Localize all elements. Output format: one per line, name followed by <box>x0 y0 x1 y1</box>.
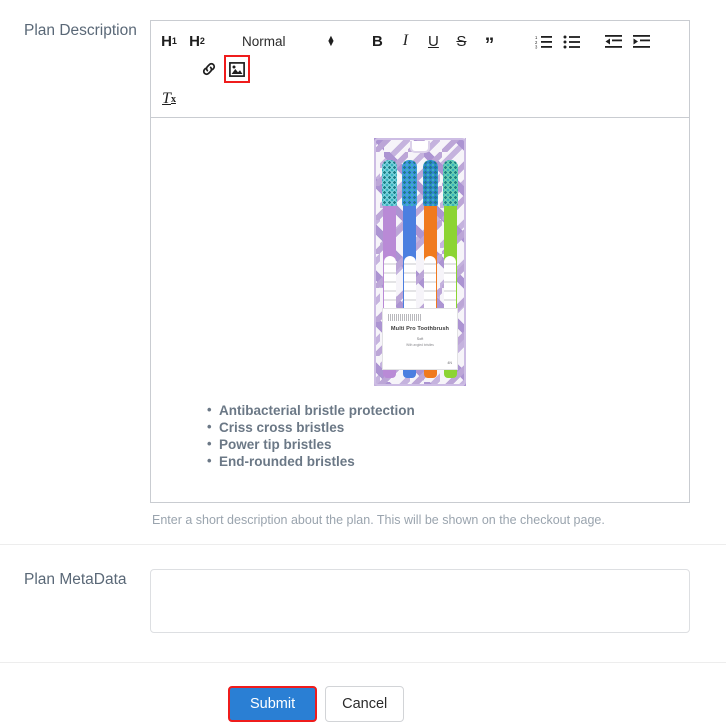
form-actions: Submit Cancel <box>0 663 726 722</box>
clear-formatting-button[interactable]: Tx <box>156 85 182 113</box>
blockquote-button[interactable]: ” <box>476 27 502 55</box>
feature-bullet-list: Antibacterial bristle protection Criss c… <box>165 401 675 470</box>
heading-1-button[interactable]: H1 <box>156 27 182 55</box>
outdent-icon <box>604 34 622 48</box>
indent-button[interactable] <box>628 27 654 55</box>
ordered-list-icon: 1 2 3 <box>535 35 552 49</box>
plan-description-help-text: Enter a short description about the plan… <box>152 513 605 527</box>
package-border <box>374 138 466 386</box>
heading-2-sub: 2 <box>199 36 205 46</box>
submit-button[interactable]: Submit <box>228 686 318 722</box>
rich-text-editor[interactable]: H1 H2 Normal ▲ ▼ B I U S ” 1 2 3 T x Mul… <box>150 20 690 503</box>
bold-button[interactable]: B <box>364 27 390 55</box>
chevron-updown-icon: ▲ ▼ <box>326 33 336 48</box>
editor-inserted-image[interactable]: Multi Pro Toothbrush Soft With angled br… <box>165 130 675 386</box>
editor-toolbar: H1 H2 Normal ▲ ▼ B I U S ” 1 2 3 T x <box>151 21 689 118</box>
list-item: Power tip bristles <box>207 435 675 453</box>
bullet-list-icon <box>563 35 580 48</box>
link-icon <box>202 62 216 76</box>
plan-metadata-control <box>150 569 692 638</box>
image-button[interactable] <box>224 55 250 83</box>
heading-2-label: H <box>189 32 200 50</box>
format-picker-value: Normal <box>242 33 286 49</box>
heading-1-sub: 1 <box>171 36 177 46</box>
plan-metadata-input[interactable] <box>150 569 690 633</box>
underline-button[interactable]: U <box>420 27 446 55</box>
product-package-image: Multi Pro Toothbrush Soft With angled br… <box>374 138 466 386</box>
link-button[interactable] <box>196 55 222 83</box>
svg-text:3: 3 <box>535 44 538 48</box>
heading-2-button[interactable]: H2 <box>184 27 210 55</box>
format-picker[interactable]: Normal ▲ ▼ <box>239 34 335 49</box>
indent-icon <box>632 34 650 48</box>
list-item: Antibacterial bristle protection <box>207 401 675 419</box>
plan-description-control: H1 H2 Normal ▲ ▼ B I U S ” 1 2 3 T x Mul… <box>150 20 692 528</box>
image-icon <box>229 61 245 77</box>
cancel-button[interactable]: Cancel <box>325 686 405 722</box>
bullet-list-button[interactable] <box>558 27 584 55</box>
editor-content-area[interactable]: Multi Pro Toothbrush Soft With angled br… <box>151 118 689 502</box>
outdent-button[interactable] <box>600 27 626 55</box>
strikethrough-button[interactable]: S <box>448 27 474 55</box>
plan-metadata-label: Plan MetaData <box>24 571 127 588</box>
ordered-list-button[interactable]: 1 2 3 <box>530 27 556 55</box>
clear-formatting-label: T <box>162 90 171 107</box>
italic-button[interactable]: I <box>392 27 418 55</box>
list-item: End-rounded bristles <box>207 452 675 470</box>
list-item: Criss cross bristles <box>207 418 675 436</box>
clear-formatting-sub: x <box>170 93 176 105</box>
plan-description-row: Plan Description H1 H2 Normal ▲ ▼ B I U … <box>0 0 726 528</box>
heading-1-label: H <box>161 32 172 50</box>
plan-metadata-row: Plan MetaData <box>0 545 726 638</box>
plan-description-label: Plan Description <box>24 22 137 39</box>
